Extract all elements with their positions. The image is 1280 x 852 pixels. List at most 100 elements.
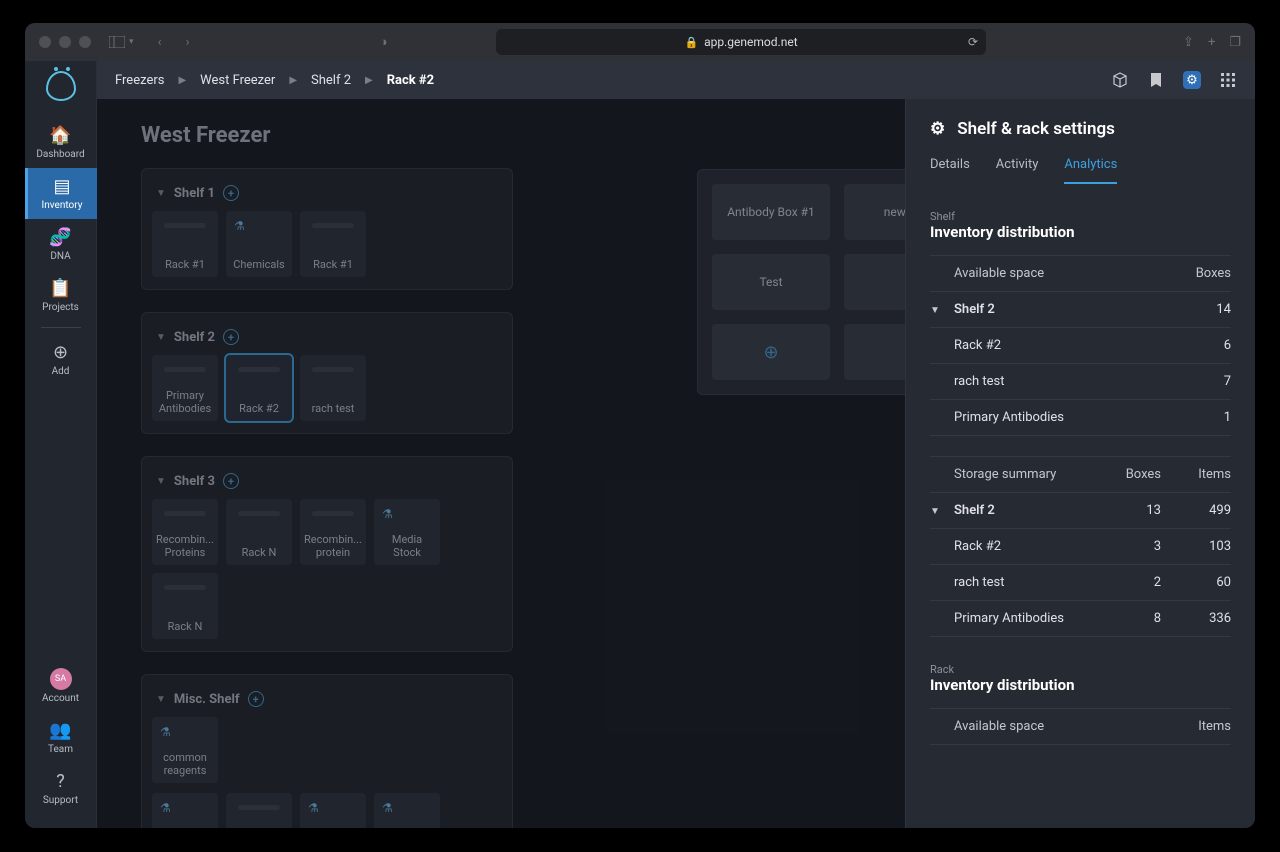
nav-item-dashboard[interactable]: 🏠Dashboard [25, 117, 97, 168]
row-value: 1 [1161, 410, 1231, 425]
row-name: Primary Antibodies [954, 410, 1161, 425]
capacity-bar [164, 585, 206, 590]
back-button[interactable]: ‹ [150, 32, 170, 52]
table-row[interactable]: rach test260 [930, 565, 1231, 601]
nav-add[interactable]: ⊕ Add [25, 334, 97, 385]
flask-icon: ⚗ [382, 801, 393, 815]
row-name: Shelf 2 [954, 302, 1161, 317]
minimize-window[interactable] [59, 36, 71, 48]
newtab-icon[interactable]: + [1208, 35, 1215, 50]
shelf-header[interactable]: ▼Shelf 3+ [152, 469, 502, 499]
flask-icon: ⚗ [382, 507, 393, 521]
share-icon[interactable]: ⇪ [1183, 35, 1194, 50]
table-row[interactable]: Rack #23103 [930, 529, 1231, 565]
add-rack-button[interactable]: + [248, 691, 264, 707]
nav-item-inventory[interactable]: ▤Inventory [25, 168, 97, 219]
rack-label: Primary Antibodies [156, 389, 214, 415]
breadcrumb-item[interactable]: West Freezer [200, 73, 275, 88]
shelf-header[interactable]: ▼Shelf 1+ [152, 181, 502, 211]
box-card[interactable] [844, 254, 905, 310]
tabs-icon[interactable]: ❐ [1229, 35, 1241, 50]
rack-card[interactable]: Recombin... protein [300, 499, 366, 565]
dna-icon: 🧬 [49, 227, 71, 248]
rack-card[interactable]: ⚗Plates [374, 793, 440, 828]
address-bar[interactable]: 🔒 app.genemod.net ⟳ [496, 29, 986, 55]
breadcrumb-item[interactable]: Freezers [115, 73, 164, 88]
chevron-down-icon: ▼ [930, 305, 940, 316]
box-card[interactable] [844, 324, 905, 380]
rack-card[interactable]: rach test [300, 355, 366, 421]
sidebar-toggle[interactable]: ▾ [109, 36, 134, 48]
rack-label: Rack #2 [239, 402, 279, 415]
section-kicker: Shelf [930, 210, 1231, 223]
chevron-right-icon: ▶ [289, 75, 297, 86]
capacity-bar [238, 511, 280, 516]
nav-item-projects[interactable]: 📋Projects [25, 270, 97, 321]
section-kicker: Rack [930, 663, 1231, 676]
nav-support[interactable]: ? Support [25, 763, 97, 814]
shelf-header[interactable]: ▼Misc. Shelf+ [152, 687, 502, 717]
rack-card[interactable]: Rack #1 [300, 211, 366, 277]
rack-card[interactable]: Rack N [152, 573, 218, 639]
capacity-bar [238, 367, 280, 372]
row-name: rach test [954, 374, 1161, 389]
section-title: Inventory distribution [930, 676, 1231, 694]
reload-icon[interactable]: ⟳ [968, 35, 978, 49]
dashboard-icon: 🏠 [49, 125, 71, 146]
box-card[interactable]: new bo [844, 184, 905, 240]
flask-icon: ⚗ [308, 801, 319, 815]
freezer-canvas[interactable]: West Freezer ▼Shelf 1+Rack #1⚗ChemicalsR… [97, 99, 905, 828]
shield-icon[interactable]: ◑ [374, 32, 394, 52]
box-card[interactable]: Antibody Box #1 [712, 184, 830, 240]
shelf-header[interactable]: ▼Shelf 2+ [152, 325, 502, 355]
nav-account[interactable]: SA Account [25, 660, 97, 712]
table-row[interactable]: rach test7 [930, 364, 1231, 400]
rack-label: rach test [312, 402, 355, 415]
gear-icon[interactable]: ⚙ [1183, 71, 1201, 89]
chevron-right-icon: ▶ [365, 75, 373, 86]
settings-tabs: Details Activity Analytics [906, 149, 1255, 184]
box-card[interactable]: Test [712, 254, 830, 310]
tab-analytics[interactable]: Analytics [1064, 157, 1117, 184]
breadcrumb: Freezers▶West Freezer▶Shelf 2▶Rack #2 [115, 73, 434, 88]
nav-team[interactable]: 👥 Team [25, 712, 97, 763]
rack-card[interactable]: Recombin... Proteins [152, 499, 218, 565]
tab-activity[interactable]: Activity [996, 157, 1039, 184]
apps-grid-icon[interactable] [1219, 71, 1237, 89]
shelf-panel: ▼Misc. Shelf+⚗common reagents ⚗containerr… [141, 674, 513, 828]
rack-card[interactable]: ⚗common reagents [152, 717, 218, 783]
app-logo[interactable] [46, 71, 76, 101]
tab-details[interactable]: Details [930, 157, 970, 184]
rack-card[interactable]: Rack N [226, 499, 292, 565]
table-row[interactable]: Primary Antibodies1 [930, 400, 1231, 436]
add-rack-button[interactable]: + [223, 473, 239, 489]
rack-card[interactable]: rack 1 [226, 793, 292, 828]
package-icon[interactable] [1111, 71, 1129, 89]
close-window[interactable] [39, 36, 51, 48]
rack-card[interactable]: Rack #1 [152, 211, 218, 277]
forward-button[interactable]: › [178, 32, 198, 52]
bookmark-icon[interactable] [1147, 71, 1165, 89]
add-rack-button[interactable]: + [223, 329, 239, 345]
add-rack-button[interactable]: + [223, 185, 239, 201]
nav-item-dna[interactable]: 🧬DNA [25, 219, 97, 270]
chevron-down-icon: ▼ [156, 476, 166, 487]
table-row[interactable]: Rack #26 [930, 328, 1231, 364]
side-nav: 🏠Dashboard▤Inventory🧬DNA📋Projects ⊕ Add … [25, 61, 97, 828]
table-row[interactable]: Primary Antibodies8336 [930, 601, 1231, 637]
rack-card[interactable]: ⚗common agents [300, 793, 366, 828]
rack-card[interactable]: ⚗container [152, 793, 218, 828]
table-row[interactable]: ▼Shelf 213499 [930, 493, 1231, 529]
breadcrumb-item[interactable]: Shelf 2 [311, 73, 351, 88]
shelf-panel: ▼Shelf 1+Rack #1⚗ChemicalsRack #1 [141, 168, 513, 290]
rack-label: Recombin... Proteins [156, 533, 214, 559]
table-row[interactable]: ▼Shelf 214 [930, 292, 1231, 328]
table-header: Storage summaryBoxesItems [930, 456, 1231, 493]
rack-card[interactable]: ⚗Media Stock [374, 499, 440, 565]
add-box-button[interactable]: ⊕ [712, 324, 830, 380]
rack-card[interactable]: Primary Antibodies [152, 355, 218, 421]
rack-card[interactable]: ⚗Chemicals [226, 211, 292, 277]
row-value: 7 [1161, 374, 1231, 389]
zoom-window[interactable] [79, 36, 91, 48]
rack-card[interactable]: Rack #2 [226, 355, 292, 421]
